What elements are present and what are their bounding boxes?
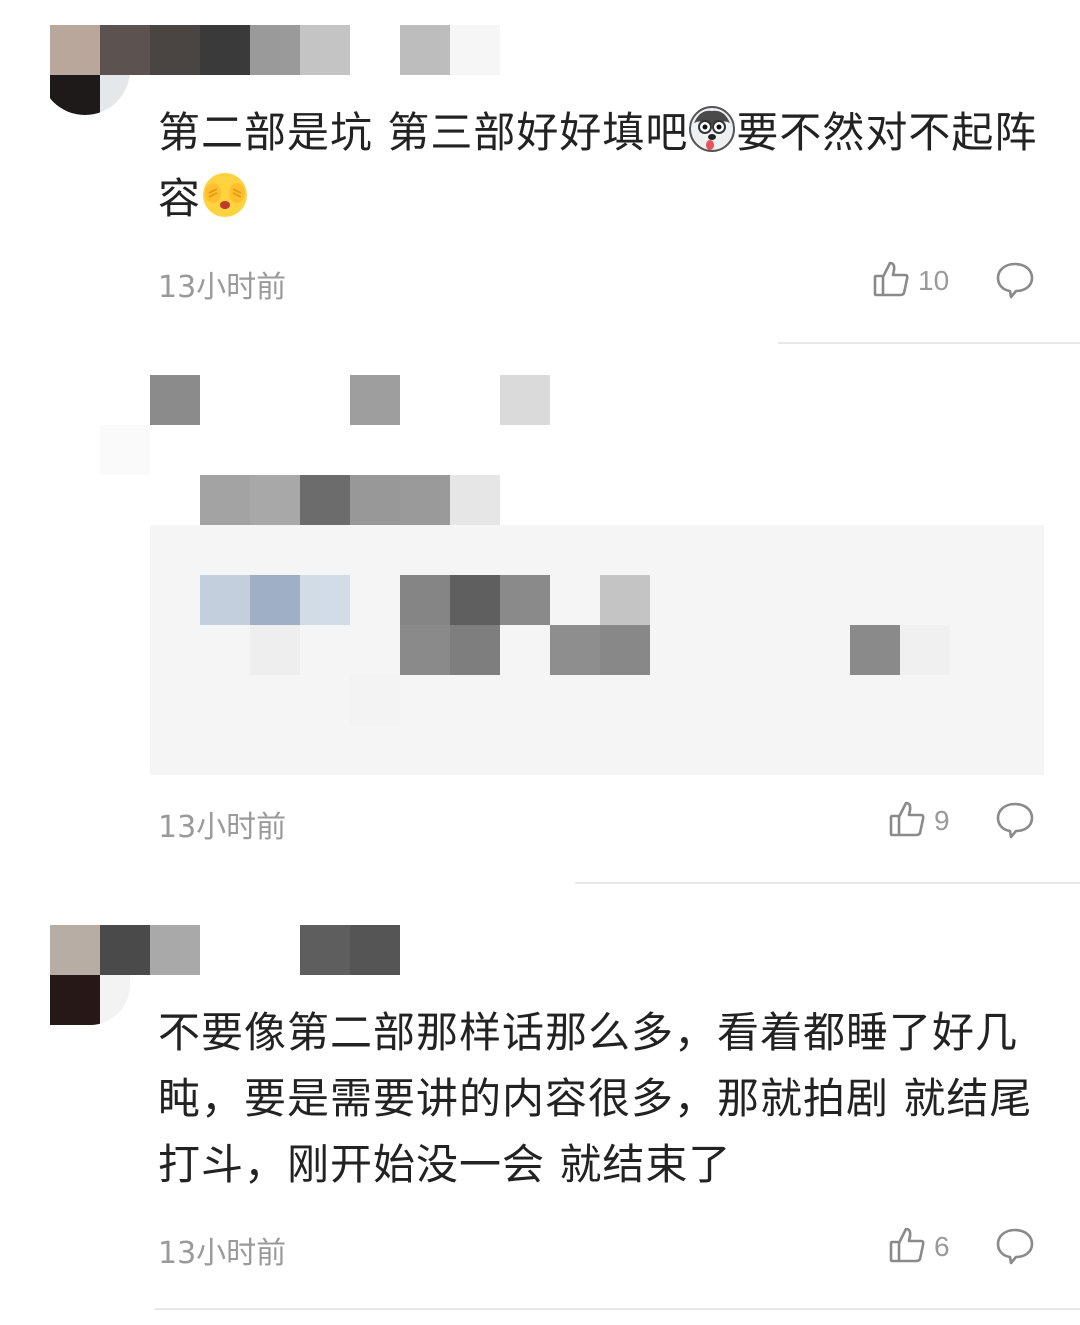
comment-bubble-icon[interactable] [995, 800, 1035, 844]
thumbs-up-icon [872, 260, 910, 302]
username-censored[interactable] [150, 25, 500, 75]
username-censored[interactable] [150, 375, 550, 425]
like-button[interactable]: 10 [872, 260, 949, 302]
comment-text: 第二部是坑 第三部好好填吧 要不然对不起阵容 [158, 100, 1048, 232]
divider [778, 342, 1080, 344]
comment-text: 不要像第二部那样话那么多，看着都睡了好几盹，要是需要讲的内容很多，那就拍剧 就结… [158, 1008, 1033, 1189]
comment-bubble-icon[interactable] [995, 1226, 1035, 1270]
comment-text-part1: 第二部是坑 第三部好好填吧 [158, 108, 689, 157]
thumbs-up-icon [888, 800, 926, 842]
like-count: 10 [918, 265, 950, 296]
husky-emoji-icon [688, 105, 736, 153]
comment-time: 13小时前 [158, 270, 287, 305]
divider [575, 882, 1080, 884]
thumbs-up-icon [888, 1226, 926, 1268]
like-count: 9 [934, 805, 950, 836]
avatar[interactable] [100, 425, 150, 475]
like-button[interactable]: 6 [888, 1226, 950, 1268]
comment-text-censored [200, 475, 500, 525]
comment-bubble-icon[interactable] [995, 260, 1035, 304]
username-censored[interactable] [100, 925, 400, 975]
like-count: 6 [934, 1231, 950, 1262]
comment-time: 13小时前 [158, 810, 287, 845]
divider [155, 1308, 1080, 1310]
covering-face-emoji-icon [201, 171, 249, 219]
quoted-reply-box[interactable] [150, 525, 1044, 775]
comment-time: 13小时前 [158, 1236, 287, 1271]
like-button[interactable]: 9 [888, 800, 950, 842]
